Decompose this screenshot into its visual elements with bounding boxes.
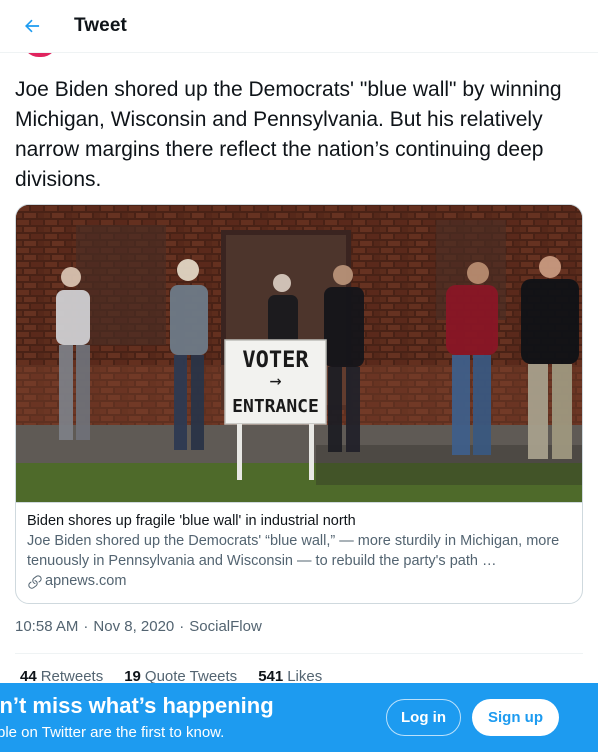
tweet-meta: 10:58 AM · Nov 8, 2020 · SocialFlow <box>15 618 262 635</box>
tweet-date[interactable]: Nov 8, 2020 <box>93 618 174 635</box>
login-button[interactable]: Log in <box>386 699 461 736</box>
page-title: Tweet <box>74 15 127 36</box>
signup-button[interactable]: Sign up <box>472 699 559 736</box>
card-photo: VOTER → ENTRANCE <box>16 205 582 502</box>
arrow-left-icon <box>25 19 40 33</box>
sign-text-entrance: ENTRANCE <box>232 396 319 417</box>
tweet-text: Joe Biden shored up the Democrats' "blue… <box>15 78 562 191</box>
card-domain: apnews.com <box>27 572 571 591</box>
card-title: Biden shores up fragile 'blue wall' in i… <box>27 513 356 529</box>
tweet-time[interactable]: 10:58 AM <box>15 618 78 635</box>
meta-separator: · <box>83 618 89 635</box>
link-icon <box>28 574 42 589</box>
card-domain-text: apnews.com <box>45 573 127 589</box>
banner-headline: on’t miss what’s happening <box>0 693 274 718</box>
card-info: Biden shores up fragile 'blue wall' in i… <box>16 502 582 591</box>
back-button[interactable] <box>17 11 47 41</box>
banner-subtext: ple on Twitter are the first to know. <box>0 724 225 741</box>
divider <box>15 653 583 654</box>
sign-arrow: → <box>269 368 281 392</box>
signup-banner: on’t miss what’s happening ple on Twitte… <box>0 683 598 752</box>
top-bar: Tweet <box>0 0 598 53</box>
tweet-source[interactable]: SocialFlow <box>189 618 262 635</box>
card-description: Joe Biden shored up the Democrats' “blue… <box>27 533 560 569</box>
link-preview-card[interactable]: VOTER → ENTRANCE Biden shores up fragile… <box>15 204 583 604</box>
meta-separator: · <box>179 618 185 635</box>
